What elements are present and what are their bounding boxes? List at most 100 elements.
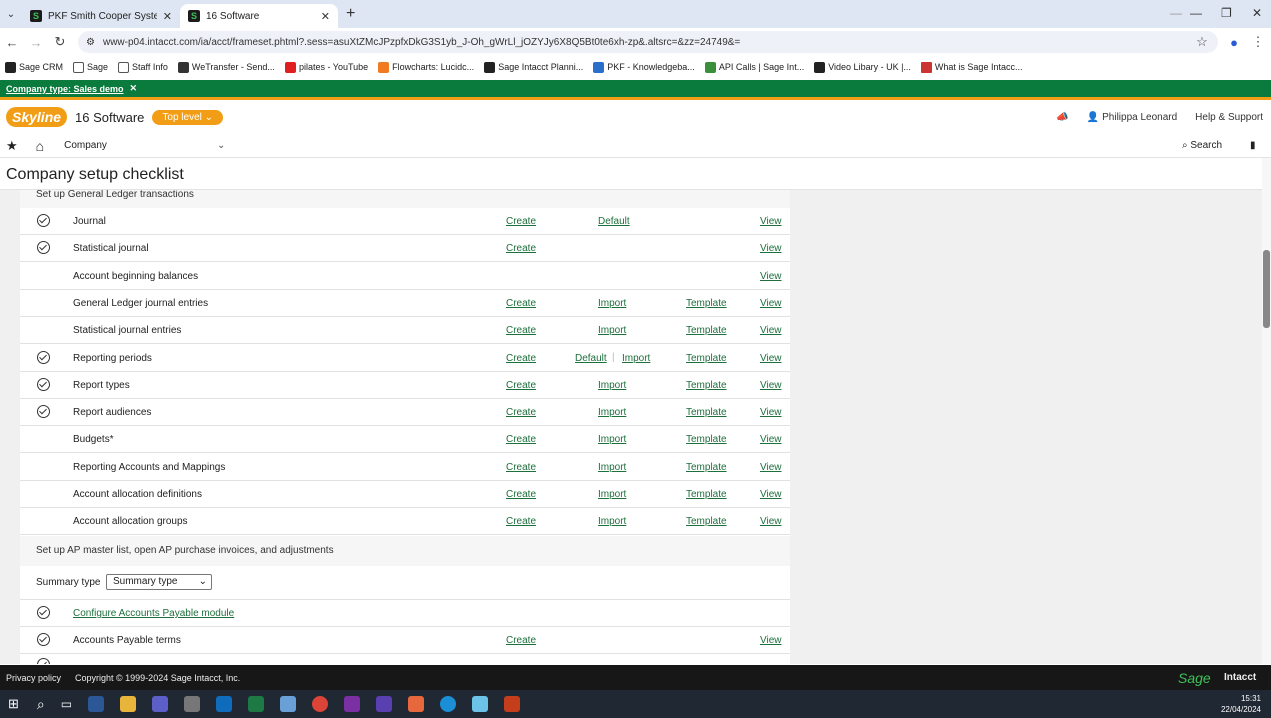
template-link[interactable]: Template (686, 407, 727, 418)
user-menu[interactable]: 👤 Philippa Leonard (1087, 112, 1177, 123)
view-link[interactable]: View (760, 407, 782, 418)
forward-icon[interactable]: → (24, 35, 48, 50)
tab-search-icon[interactable]: ⌄ (0, 9, 22, 20)
chrome-icon[interactable] (312, 696, 329, 712)
bookmark-sage[interactable]: Sage (73, 61, 108, 73)
import-link[interactable]: Import (622, 353, 650, 364)
word-icon[interactable] (88, 696, 105, 712)
excel-icon[interactable] (248, 696, 265, 712)
announcements-icon[interactable]: 📣 (1056, 112, 1068, 123)
template-link[interactable]: Template (686, 325, 727, 336)
create-link[interactable]: Create (506, 516, 536, 527)
scrollbar-thumb[interactable] (1263, 250, 1270, 328)
bookmark-sage-crm[interactable]: Sage CRM (5, 61, 63, 73)
import-link[interactable]: Import (598, 407, 626, 418)
view-link[interactable]: View (760, 325, 782, 336)
create-link[interactable]: Create (506, 216, 536, 227)
restore-icon[interactable]: ❐ (1221, 6, 1232, 20)
minimize-icon[interactable]: — (1190, 6, 1202, 20)
import-link[interactable]: Import (598, 325, 626, 336)
default-link[interactable]: Default (598, 216, 630, 227)
browser-tab-16-software[interactable]: S 16 Software ✕ (180, 4, 338, 28)
template-link[interactable]: Template (686, 380, 727, 391)
create-link[interactable]: Create (506, 353, 536, 364)
company-type-link[interactable]: Company type: Sales demo (6, 84, 124, 94)
site-info-icon[interactable]: ⚙ (86, 37, 95, 48)
home-icon[interactable]: ⌂ (36, 138, 44, 154)
view-link[interactable]: View (760, 516, 782, 527)
create-link[interactable]: Create (506, 489, 536, 500)
view-link[interactable]: View (760, 380, 782, 391)
browser-menu-icon[interactable]: ⋮ (1246, 34, 1270, 50)
view-link[interactable]: View (760, 243, 782, 254)
task-view-icon[interactable]: ▭ (61, 697, 72, 711)
template-link[interactable]: Template (686, 462, 727, 473)
teams-icon[interactable] (152, 696, 169, 712)
create-link[interactable]: Create (506, 243, 536, 254)
bookmark-sage-planning[interactable]: Sage Intacct Planni... (484, 61, 583, 73)
bookmark-page-icon[interactable]: ▮ (1250, 140, 1256, 151)
import-link[interactable]: Import (598, 489, 626, 500)
app-icon[interactable] (408, 696, 425, 712)
template-link[interactable]: Template (686, 353, 727, 364)
view-link[interactable]: View (760, 298, 782, 309)
view-link[interactable]: View (760, 462, 782, 473)
chevron-down-icon[interactable]: ⌄ (217, 140, 225, 151)
close-banner-icon[interactable]: ✕ (130, 83, 138, 94)
onenote-icon[interactable] (344, 696, 361, 712)
close-window-icon[interactable]: ✕ (1252, 6, 1262, 20)
bookmark-api-calls[interactable]: API Calls | Sage Int... (704, 61, 804, 73)
url-input[interactable]: ⚙ www-p04.intacct.com/ia/acct/frameset.p… (78, 31, 1218, 53)
close-tab-icon[interactable]: ✕ (321, 10, 330, 23)
settings-app-icon[interactable] (472, 696, 489, 712)
new-tab-icon[interactable]: + (346, 5, 355, 23)
bookmark-star-icon[interactable]: ☆ (1190, 34, 1214, 50)
configure-ap-link[interactable]: Configure Accounts Payable module (73, 608, 234, 619)
bookmark-wetransfer[interactable]: WeTransfer - Send... (177, 61, 275, 73)
close-tab-icon[interactable]: ✕ (163, 10, 172, 23)
browser-tab-pkf[interactable]: S PKF Smith Cooper Systems ✕ (22, 4, 180, 28)
create-link[interactable]: Create (506, 325, 536, 336)
default-link[interactable]: Default (575, 353, 607, 364)
import-link[interactable]: Import (598, 462, 626, 473)
template-link[interactable]: Template (686, 298, 727, 309)
system-clock[interactable]: 15:31 22/04/2024 (1221, 693, 1261, 715)
help-support-link[interactable]: Help & Support (1195, 112, 1263, 123)
search-icon[interactable]: ⌕ (37, 696, 45, 713)
view-link[interactable]: View (760, 353, 782, 364)
create-link[interactable]: Create (506, 380, 536, 391)
import-link[interactable]: Import (598, 380, 626, 391)
calculator-icon[interactable] (280, 696, 297, 712)
import-link[interactable]: Import (598, 298, 626, 309)
bookmark-staff-info[interactable]: Staff Info (118, 61, 168, 73)
favorites-star-icon[interactable]: ★ (6, 138, 18, 154)
create-link[interactable]: Create (506, 298, 536, 309)
template-link[interactable]: Template (686, 489, 727, 500)
back-icon[interactable]: ← (0, 35, 24, 50)
create-link[interactable]: Create (506, 407, 536, 418)
create-link[interactable]: Create (506, 635, 536, 646)
create-link[interactable]: Create (506, 434, 536, 445)
summary-type-select[interactable]: Summary type ⌄ (106, 574, 212, 590)
edge-icon[interactable] (440, 696, 457, 712)
media-app-icon[interactable] (376, 696, 393, 712)
bookmark-lucidchart[interactable]: Flowcharts: Lucidc... (378, 61, 474, 73)
file-explorer-icon[interactable] (120, 696, 137, 712)
template-link[interactable]: Template (686, 434, 727, 445)
menu-company[interactable]: Company (64, 140, 107, 151)
view-link[interactable]: View (760, 635, 782, 646)
privacy-policy-link[interactable]: Privacy policy (6, 673, 61, 683)
windows-start-icon[interactable]: ⊞ (8, 696, 19, 712)
view-link[interactable]: View (760, 489, 782, 500)
page-scrollbar[interactable] (1262, 158, 1271, 664)
bookmark-video-library[interactable]: Video Libary - UK |... (814, 61, 911, 73)
create-link[interactable]: Create (506, 462, 536, 473)
reload-icon[interactable]: ↻ (48, 34, 72, 50)
import-link[interactable]: Import (598, 516, 626, 527)
view-link[interactable]: View (760, 216, 782, 227)
import-link[interactable]: Import (598, 434, 626, 445)
template-link[interactable]: Template (686, 516, 727, 527)
entity-level-button[interactable]: Top level ⌄ (152, 109, 224, 125)
camera-icon[interactable] (184, 696, 201, 712)
powerpoint-icon[interactable] (504, 696, 521, 712)
